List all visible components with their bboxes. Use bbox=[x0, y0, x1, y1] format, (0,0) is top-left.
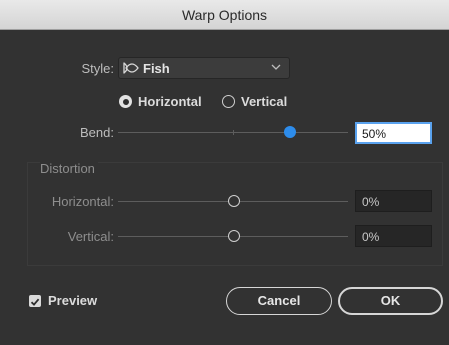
distortion-heading: Distortion bbox=[40, 161, 98, 176]
checkmark-icon bbox=[30, 298, 40, 306]
style-label: Style: bbox=[81, 61, 114, 76]
bend-field[interactable]: 50% bbox=[355, 122, 432, 144]
vertical-radio-label[interactable]: Vertical bbox=[241, 94, 287, 109]
distortion-vertical-field[interactable]: 0% bbox=[355, 225, 432, 247]
preview-label[interactable]: Preview bbox=[48, 293, 97, 308]
preview-checkbox[interactable] bbox=[29, 295, 41, 307]
fish-icon bbox=[123, 62, 139, 74]
vertical-radio[interactable] bbox=[222, 95, 235, 108]
distortion-horizontal-field[interactable]: 0% bbox=[355, 190, 432, 212]
distortion-horizontal-slider-handle[interactable] bbox=[228, 195, 240, 207]
distortion-vertical-label: Vertical: bbox=[67, 229, 114, 244]
style-value: Fish bbox=[143, 61, 170, 76]
distortion-vertical-slider-handle[interactable] bbox=[228, 230, 240, 242]
window-title: Warp Options bbox=[181, 7, 268, 23]
bend-label: Bend: bbox=[80, 125, 114, 140]
distortion-horizontal-label: Horizontal: bbox=[51, 194, 114, 209]
warp-options-dialog: Style: Fish Horizontal Vertical Bend: 50… bbox=[0, 30, 449, 345]
chevron-down-icon bbox=[271, 64, 281, 70]
bend-slider-center-tick bbox=[233, 130, 234, 135]
horizontal-radio-label[interactable]: Horizontal bbox=[138, 94, 202, 109]
style-dropdown[interactable]: Fish bbox=[118, 57, 290, 79]
distortion-group bbox=[27, 162, 443, 266]
title-bar: Warp Options bbox=[0, 0, 449, 30]
bend-slider-handle[interactable] bbox=[284, 126, 296, 138]
horizontal-radio[interactable] bbox=[119, 95, 132, 108]
ok-button[interactable]: OK bbox=[338, 287, 443, 315]
cancel-button[interactable]: Cancel bbox=[226, 287, 332, 315]
